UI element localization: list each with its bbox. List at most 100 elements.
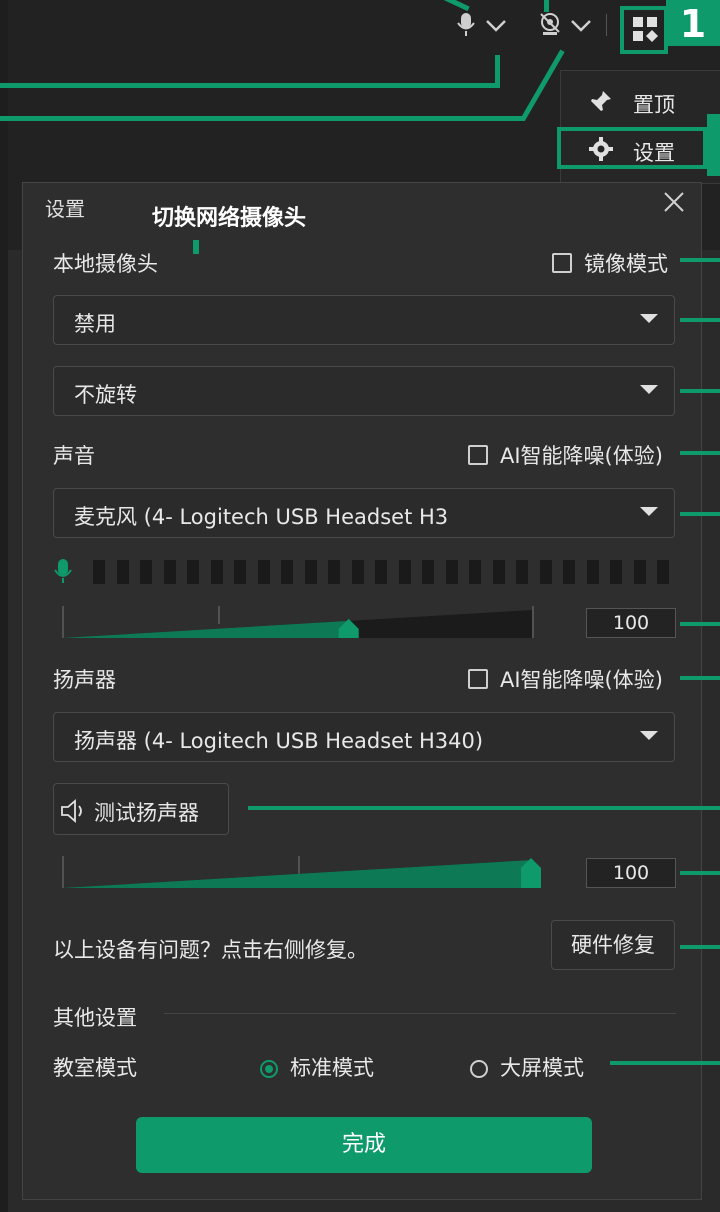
meter-segment <box>586 560 599 584</box>
mic-volume-value[interactable]: 100 <box>586 608 676 638</box>
meter-segment <box>398 560 411 584</box>
checkbox-label: 镜像模式 <box>584 252 668 276</box>
callout-line <box>680 871 720 875</box>
annotation-label: 切换网络摄像头 <box>152 206 307 231</box>
mic-noise-reduction-checkbox[interactable]: AI智能降噪(体验) <box>468 440 663 470</box>
mic-volume-slider[interactable] <box>62 602 534 642</box>
callout-line <box>680 451 720 455</box>
slider-graphic <box>62 856 541 888</box>
callout-line <box>680 258 720 262</box>
meter-segment <box>257 560 270 584</box>
section-divider <box>164 1013 676 1014</box>
meter-segment <box>93 560 105 584</box>
callout-marker <box>707 114 720 176</box>
meter-segment <box>304 560 317 584</box>
caret-down-icon <box>640 731 658 740</box>
left-edge <box>0 0 8 1212</box>
callout-line <box>610 1061 720 1065</box>
meter-segment <box>492 560 505 584</box>
speaker-icon <box>60 798 90 829</box>
meter-segment <box>210 560 223 584</box>
radio-label: 大屏模式 <box>500 1056 584 1080</box>
speaker-volume-value[interactable]: 100 <box>586 858 676 888</box>
button-label: 测试扬声器 <box>94 801 199 825</box>
radio-bigscreen-mode[interactable]: 大屏模式 <box>470 1052 584 1082</box>
camera-rotation-select[interactable]: 不旋转 <box>53 366 675 416</box>
meter-segment <box>163 560 176 584</box>
checkbox-box[interactable] <box>468 669 488 689</box>
camera-section-label: 本地摄像头 <box>53 252 158 276</box>
meter-segment <box>328 560 340 584</box>
meter-segment <box>445 560 458 584</box>
settings-item-highlight <box>557 127 707 169</box>
menu-item-label: 置顶 <box>633 93 675 117</box>
meter-segment <box>657 560 669 584</box>
speaker-volume-slider[interactable] <box>62 852 546 892</box>
annotation-marker <box>193 240 199 254</box>
meter-segment <box>140 560 152 584</box>
speaker-section-label: 扬声器 <box>53 668 116 692</box>
callout-line <box>0 116 525 121</box>
apps-grid-icon[interactable] <box>632 16 658 46</box>
callout-line <box>680 676 720 680</box>
caret-down-icon <box>640 385 658 394</box>
camera-device-select[interactable]: 禁用 <box>53 295 675 345</box>
meter-segment <box>633 560 646 584</box>
meter-segment <box>516 560 528 584</box>
chevron-down-icon[interactable] <box>485 14 507 38</box>
callout-line <box>680 389 720 393</box>
microphone-select[interactable]: 麦克风 (4- Logitech USB Headset H3 <box>53 488 675 538</box>
meter-segment <box>469 560 481 584</box>
checkbox-box[interactable] <box>468 445 488 465</box>
microphone-icon[interactable] <box>455 12 477 42</box>
classroom-mode-label: 教室模式 <box>53 1056 137 1080</box>
panel-title: 设置 <box>45 197 85 221</box>
speaker-select[interactable]: 扬声器 (4- Logitech USB Headset H340) <box>53 712 675 762</box>
callout-line <box>680 318 720 322</box>
select-value: 麦克风 (4- Logitech USB Headset H3 <box>74 505 449 529</box>
step-number-badge: 1 <box>666 0 720 46</box>
meter-segment <box>187 560 199 584</box>
select-value: 不旋转 <box>74 383 137 407</box>
other-settings-label: 其他设置 <box>53 1006 137 1030</box>
meter-segment <box>351 560 364 584</box>
meter-segment <box>610 560 622 584</box>
mic-level-icon <box>52 558 74 590</box>
meter-segment <box>234 560 246 584</box>
select-value: 扬声器 (4- Logitech USB Headset H340) <box>74 729 484 753</box>
callout-line <box>680 512 720 516</box>
sound-section-label: 声音 <box>53 444 95 468</box>
slider-graphic <box>62 606 534 638</box>
radio-button[interactable] <box>260 1060 278 1078</box>
radio-button[interactable] <box>470 1060 488 1078</box>
checkbox-label: AI智能降噪(体验) <box>500 444 663 468</box>
checkbox-label: AI智能降噪(体验) <box>500 668 663 692</box>
meter-segment <box>116 560 129 584</box>
pin-icon <box>589 89 613 119</box>
callout-line <box>680 622 720 626</box>
meter-segment <box>281 560 293 584</box>
caret-down-icon <box>640 507 658 516</box>
test-speaker-button[interactable]: 测试扬声器 <box>53 783 229 835</box>
callout-line <box>0 83 500 88</box>
chevron-down-icon[interactable] <box>570 14 592 38</box>
callout-line <box>544 0 549 12</box>
meter-segment <box>422 560 434 584</box>
speaker-noise-reduction-checkbox[interactable]: AI智能降噪(体验) <box>468 664 663 694</box>
callout-line <box>248 806 720 810</box>
mirror-mode-checkbox[interactable]: 镜像模式 <box>552 248 668 278</box>
radio-label: 标准模式 <box>290 1056 374 1080</box>
repair-hint: 以上设备有问题？点击右侧修复。 <box>53 938 368 962</box>
hardware-repair-button[interactable]: 硬件修复 <box>551 920 675 970</box>
meter-segment <box>539 560 552 584</box>
checkbox-box[interactable] <box>552 253 572 273</box>
toolbar-divider <box>606 14 607 36</box>
mic-level-meter <box>93 560 678 584</box>
callout-line <box>495 55 500 88</box>
done-button[interactable]: 完成 <box>136 1117 592 1173</box>
radio-standard-mode[interactable]: 标准模式 <box>260 1052 374 1082</box>
menu-item-pin[interactable]: 置顶 <box>561 79 720 123</box>
close-icon[interactable] <box>662 188 686 221</box>
meter-segment <box>375 560 387 584</box>
camera-off-icon[interactable] <box>538 12 562 42</box>
